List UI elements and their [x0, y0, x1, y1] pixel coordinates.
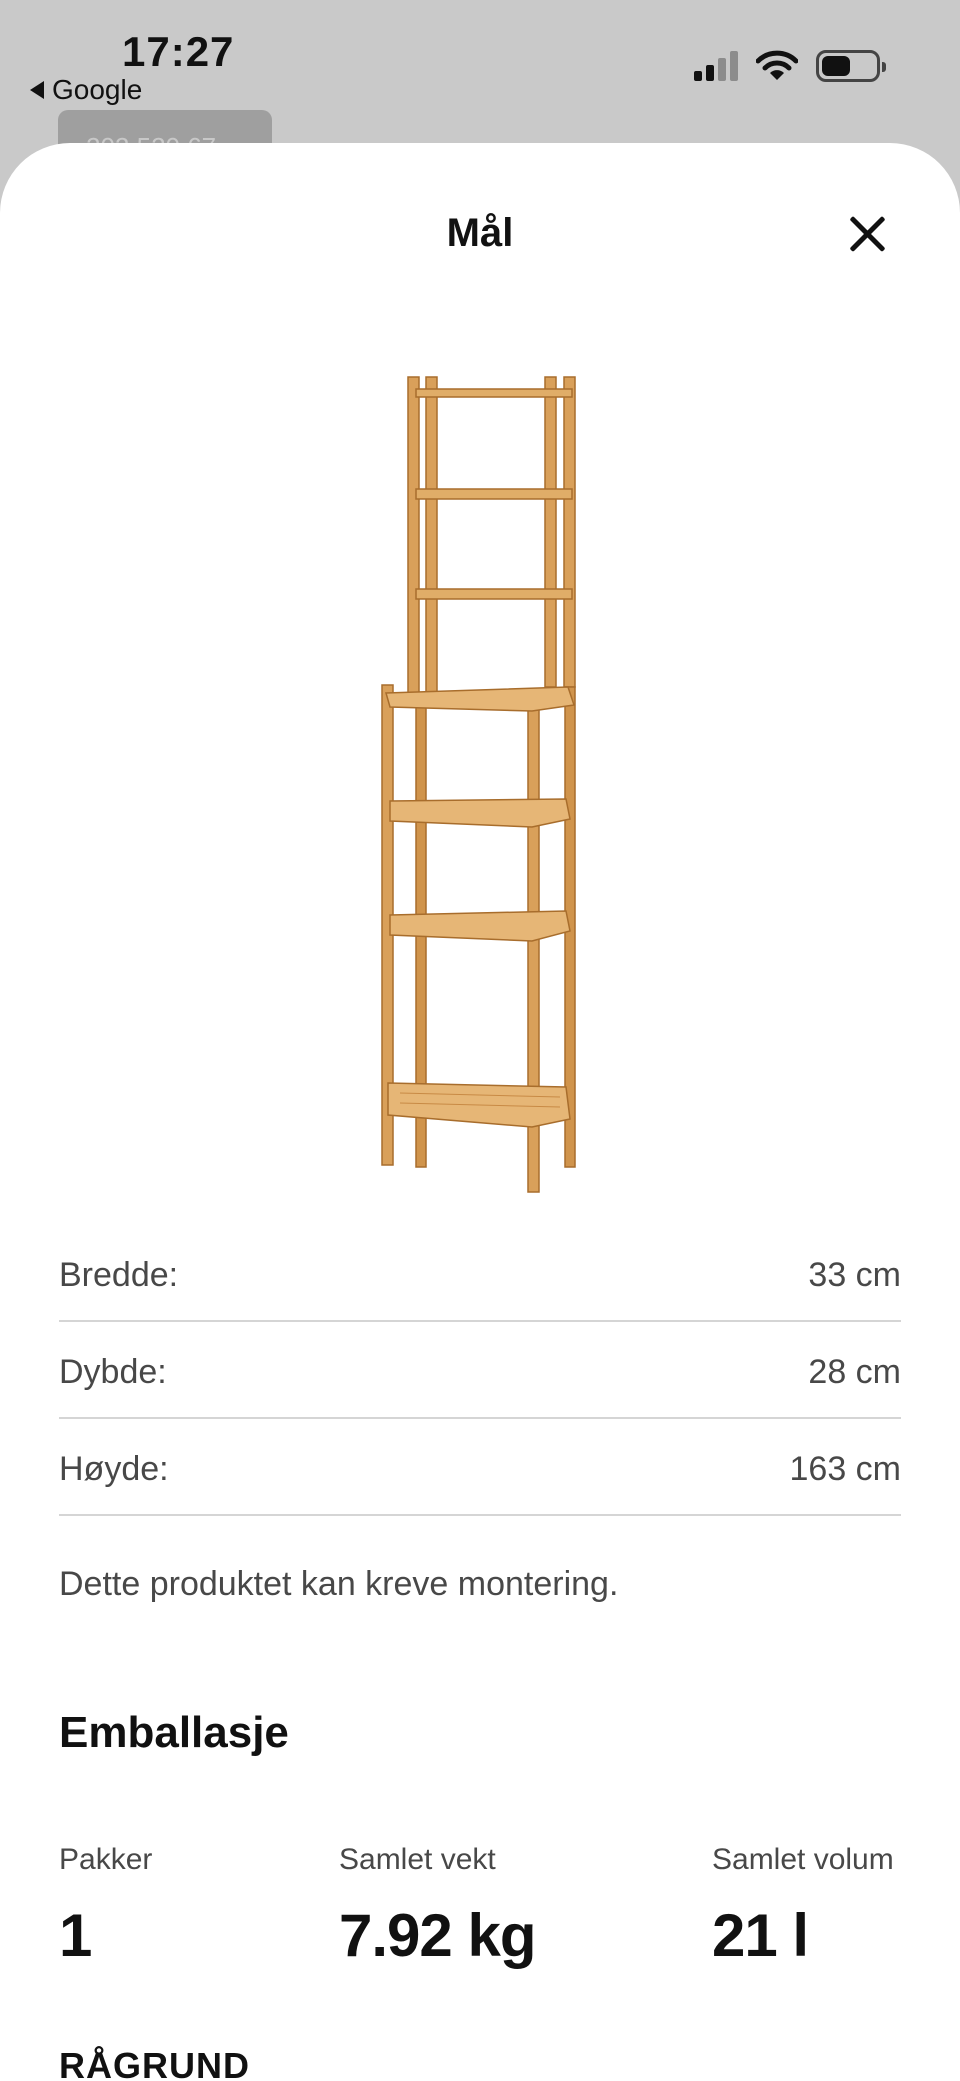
wifi-icon [756, 50, 798, 80]
status-icons [694, 50, 886, 82]
dimension-value: 28 cm [808, 1353, 901, 1391]
dimension-label: Bredde: [59, 1256, 179, 1294]
next-product-heading: RÅGRUND [59, 2045, 250, 2081]
packaging-label: Samlet vekt [339, 1843, 496, 1876]
dimension-value: 163 cm [789, 1450, 902, 1488]
packaging-value: 21 l [712, 1902, 809, 1969]
assembly-note: Dette produktet kan kreve montering. [59, 1565, 619, 1603]
dimensions-list: Bredde: 33 cm Dybde: 28 cm Høyde: 163 cm [59, 1225, 901, 1516]
back-app-label: Google [52, 74, 143, 105]
dimensions-sheet: Mål Bredde: 33 cm Dybde: 28 cm Høyde: 16… [0, 143, 960, 2081]
dimension-label: Høyde: [59, 1450, 169, 1488]
close-icon[interactable] [846, 213, 888, 255]
status-time: 17:27 [122, 28, 235, 75]
cellular-signal-icon [694, 51, 738, 81]
back-to-app-link[interactable]: Google [30, 74, 142, 106]
packaging-label: Samlet volum [712, 1843, 894, 1876]
dimension-row-depth: Dybde: 28 cm [59, 1322, 901, 1419]
dimension-value: 33 cm [808, 1256, 901, 1294]
packaging-value: 7.92 kg [339, 1902, 536, 1969]
back-arrow-icon [30, 81, 44, 99]
packaging-packages: Pakker 1 [59, 1843, 152, 1970]
status-bar: 17:27 Google 202.520.67 [0, 0, 960, 170]
battery-icon [816, 50, 886, 82]
dimension-row-height: Høyde: 163 cm [59, 1419, 901, 1516]
bamboo-shelf-unit-image [381, 376, 576, 1193]
packaging-heading: Emballasje [59, 1708, 289, 1757]
packaging-total-weight: Samlet vekt 7.92 kg [339, 1843, 536, 1970]
dimension-label: Dybde: [59, 1353, 167, 1391]
packaging-label: Pakker [59, 1843, 153, 1876]
packaging-value: 1 [59, 1902, 92, 1969]
sheet-title: Mål [446, 211, 514, 255]
dimension-row-width: Bredde: 33 cm [59, 1225, 901, 1322]
packaging-total-volume: Samlet volum 21 l [712, 1843, 894, 1970]
